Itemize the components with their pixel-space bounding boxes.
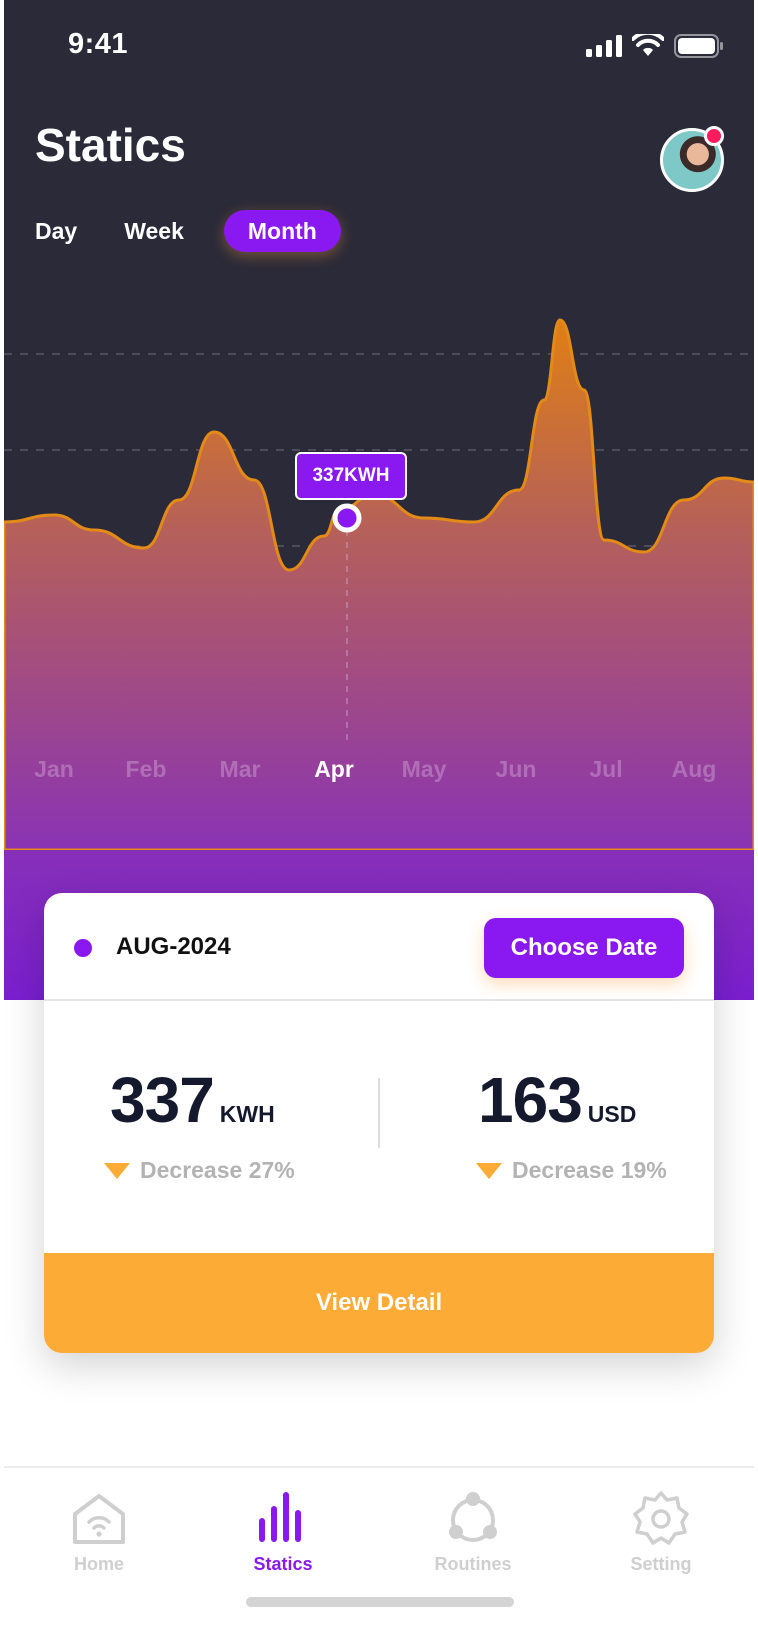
chart-x-tick-label[interactable]: Jun — [496, 756, 537, 782]
period-tabs: Day Week Month — [35, 210, 341, 252]
energy-change-label: Decrease 27% — [140, 1157, 295, 1183]
tab-week[interactable]: Week — [124, 210, 184, 252]
nav-home[interactable]: Home — [34, 1488, 164, 1575]
nav-setting-label: Setting — [630, 1554, 692, 1574]
page-title: Statics — [35, 119, 186, 171]
decrease-arrow-icon — [476, 1162, 502, 1179]
view-detail-button[interactable]: View Detail — [44, 1253, 714, 1353]
nav-routines[interactable]: Routines — [408, 1488, 538, 1575]
wifi-icon — [632, 34, 664, 56]
chart-x-tick-label[interactable]: Feb — [126, 756, 167, 782]
choose-date-button[interactable]: Choose Date — [484, 918, 684, 978]
routines-icon — [449, 1492, 497, 1542]
status-bar: 9:41 — [0, 0, 758, 90]
selected-data-point[interactable] — [332, 503, 362, 533]
energy-area-chart: Jan Feb Mar Apr May Jun Jul Aug — [4, 318, 754, 850]
tab-day[interactable]: Day — [35, 210, 77, 252]
chart-x-tick-label[interactable]: Jan — [34, 756, 74, 782]
summary-card: AUG-2024 Choose Date 337 KWH 163 USD Decre… — [44, 893, 714, 1353]
chart-x-tick-label[interactable]: Mar — [220, 756, 261, 782]
date-dot-icon — [74, 939, 92, 957]
cost-metric: 163 USD — [478, 1063, 636, 1137]
nav-statics[interactable]: Statics — [218, 1488, 348, 1575]
status-icons — [586, 34, 724, 58]
statics-screen: 9:41 Statics Day Week Month Jan Feb Mar … — [0, 0, 758, 1632]
energy-value: 337 — [110, 1064, 215, 1136]
selected-date-label: AUG-2024 — [116, 933, 231, 960]
nav-setting[interactable]: Setting — [596, 1488, 726, 1575]
nav-routines-label: Routines — [434, 1554, 512, 1574]
energy-change: Decrease 27% — [104, 1157, 295, 1184]
cost-value: 163 — [478, 1064, 583, 1136]
chart-x-tick-label[interactable]: May — [402, 756, 447, 782]
status-time: 9:41 — [68, 28, 129, 60]
metric-divider — [378, 1078, 380, 1148]
home-wifi-icon — [73, 1494, 125, 1544]
bottom-tab-bar: Home Statics Routines Setting — [4, 1466, 754, 1632]
tab-month[interactable]: Month — [223, 210, 341, 252]
notification-badge — [704, 126, 724, 146]
energy-metric: 337 KWH — [110, 1063, 275, 1137]
cost-change: Decrease 19% — [476, 1157, 667, 1184]
battery-icon — [674, 34, 723, 58]
chart-x-tick-label[interactable]: Jul — [589, 756, 622, 782]
cost-unit: USD — [587, 1101, 637, 1127]
home-indicator — [246, 1597, 514, 1607]
cellular-signal-icon — [586, 35, 622, 57]
cost-change-label: Decrease 19% — [512, 1157, 667, 1183]
summary-card-header: AUG-2024 Choose Date — [44, 893, 714, 1001]
bar-chart-icon — [259, 1492, 301, 1542]
chart-x-tick-label[interactable]: Aug — [672, 756, 717, 782]
nav-statics-label: Statics — [253, 1554, 313, 1574]
nav-home-label: Home — [73, 1554, 124, 1574]
gear-icon — [633, 1491, 689, 1545]
decrease-arrow-icon — [104, 1162, 130, 1179]
energy-unit: KWH — [219, 1101, 275, 1127]
chart-area-series — [4, 318, 754, 850]
chart-x-tick-label[interactable]: Apr — [314, 756, 354, 782]
chart-tooltip: 337KWH — [295, 452, 407, 500]
